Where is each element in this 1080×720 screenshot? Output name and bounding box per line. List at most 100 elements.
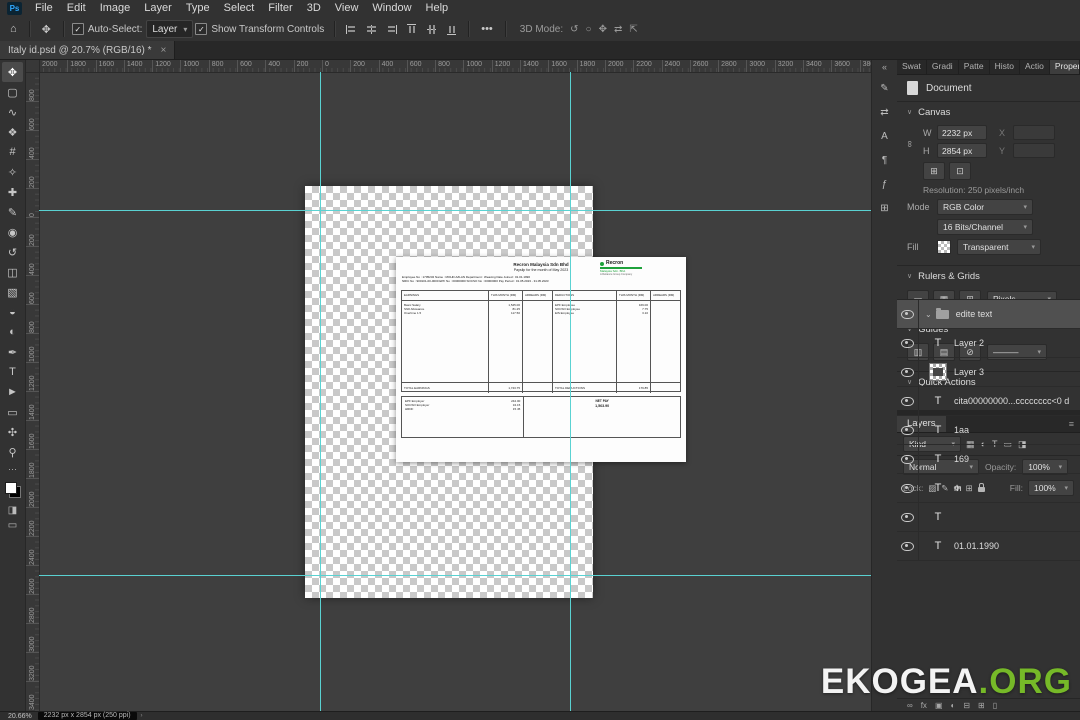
layer-name[interactable]: edite text [956,309,993,319]
horizontal-guide[interactable] [39,210,871,211]
type-tool[interactable]: T [2,362,23,382]
layer-name[interactable]: m [954,483,962,493]
align-left-icon[interactable] [345,24,358,35]
healing-brush-tool[interactable]: ✚ [2,182,23,202]
text-layer-thumbnail[interactable]: T [929,334,947,352]
layer-row[interactable]: ⌄ T 169 [897,445,1080,474]
menu-item[interactable]: File [28,0,60,17]
marquee-tool[interactable]: ▢ [2,82,23,102]
panel-tab[interactable]: Histo [990,59,1020,74]
move-tool-icon[interactable]: ✥ [36,23,57,36]
visibility-toggle[interactable] [897,503,919,531]
visibility-toggle[interactable] [897,474,919,502]
tab-properties[interactable]: Properties [1049,59,1080,74]
text-layer-thumbnail[interactable]: T [929,450,947,468]
screen-mode-icon[interactable]: ▭ [8,520,17,531]
delete-layer-icon[interactable]: ▯ [993,701,997,710]
blur-tool[interactable]: ◒ [2,302,23,322]
roll-3d-icon[interactable]: ○ [586,24,592,35]
zoom-tool[interactable]: ⚲ [2,442,23,462]
home-icon[interactable]: ⌂ [4,23,23,35]
zoom-level[interactable]: 20.66% [8,713,32,720]
text-layer-thumbnail[interactable]: T [929,421,947,439]
document-tab[interactable]: Italy id.psd @ 20.7% (RGB/16) * × [0,41,176,59]
link-dimensions-icon[interactable]: ∞ [905,141,915,147]
menu-item[interactable]: Filter [261,0,299,17]
portrait-canvas-icon[interactable]: ⊡ [949,162,971,180]
layer-row[interactable]: ⌄ T edite text [897,300,1080,329]
landscape-canvas-icon[interactable]: ⊞ [923,162,945,180]
brush-tool[interactable]: ✎ [2,202,23,222]
fill-select[interactable]: Transparent ▾ [957,239,1041,255]
menu-item[interactable]: Help [419,0,456,17]
gradient-tool[interactable]: ▧ [2,282,23,302]
align-center-horizontal-icon[interactable] [365,24,378,35]
orbit-3d-icon[interactable]: ↺ [570,24,578,35]
layer-name[interactable]: Layer 2 [954,338,984,348]
auto-select-target-select[interactable]: Layer ▾ [146,20,194,38]
move-tool[interactable]: ✥ [2,62,23,82]
menu-item[interactable]: Image [93,0,138,17]
lasso-tool[interactable]: ∿ [2,102,23,122]
quick-mask-icon[interactable]: ◨ [8,505,17,516]
layer-name[interactable]: 169 [954,454,969,464]
layer-row[interactable]: ⌄ T cita00000000...cccccccc<0 d [897,387,1080,416]
layer-mask-icon[interactable]: ▣ [935,701,943,710]
menu-item[interactable]: Window [365,0,418,17]
height-input[interactable]: 2854 px [937,143,987,158]
edit-toolbar-icon[interactable]: ⋯ [8,464,17,475]
horizontal-ruler[interactable]: 2000 1800 1600 1400 1200 1000 800 600 400 200 0 200… [39,59,871,73]
hand-tool[interactable]: ✣ [2,422,23,442]
character-panel-icon[interactable]: A [874,126,895,147]
layer-name[interactable]: 1aa [954,425,969,435]
canvas-viewport[interactable]: Recron Malaysia Sdn Bhd Payslip for the … [39,72,871,712]
text-layer-thumbnail[interactable]: T [929,479,947,497]
document-info[interactable]: 2232 px x 2854 px (250 ppi) [37,712,137,720]
menu-item[interactable]: Edit [60,0,93,17]
foreground-color-swatch[interactable] [4,482,17,494]
path-selection-tool[interactable]: ► [2,382,23,402]
shape-tool[interactable]: ▭ [2,402,23,422]
history-brush-tool[interactable]: ↺ [2,242,23,262]
chevron-right-icon[interactable]: › [141,713,143,719]
grid-panel-icon[interactable]: ⊞ [874,198,895,219]
menu-item[interactable]: Type [179,0,217,17]
group-thumbnail[interactable]: ⌄ [925,307,949,319]
panel-tab[interactable]: Swat [897,59,927,74]
menu-item[interactable]: Select [217,0,262,17]
menu-item[interactable]: Layer [137,0,179,17]
group-chevron-icon[interactable]: ⌄ [925,310,932,319]
new-group-icon[interactable]: ⊟ [963,701,970,710]
panel-tab[interactable]: Gradi [927,59,959,74]
slide-3d-icon[interactable]: ⇄ [614,24,622,35]
align-bottom-icon[interactable] [445,24,458,35]
dodge-tool[interactable]: ◐ [2,322,23,342]
layer-name[interactable]: cita00000000...cccccccc<0 d [954,396,1069,406]
text-layer-thumbnail[interactable]: T [929,508,947,526]
paragraph-panel-icon[interactable]: ¶ [874,150,895,171]
visibility-toggle[interactable] [897,416,919,444]
text-layer-thumbnail[interactable]: T [929,392,947,410]
color-swatches[interactable] [4,482,21,498]
width-input[interactable]: 2232 px [937,125,987,140]
layer-row[interactable]: ⌄ T 1aa [897,416,1080,445]
menu-item[interactable]: View [328,0,366,17]
align-top-icon[interactable] [405,24,418,35]
mode-select[interactable]: RGB Color ▾ [937,199,1033,215]
auto-select-checkbox[interactable]: ✓ [71,23,84,35]
payslip-document[interactable]: Recron Malaysia Sdn Bhd Payslip for the … [396,257,686,462]
layer-row[interactable]: ⌄ T [897,503,1080,532]
panel-tab[interactable]: Patte [959,59,990,74]
layer-style-icon[interactable]: fx [921,701,927,710]
adjustment-layer-icon[interactable]: ◐ [951,701,956,710]
layer-row[interactable]: ⌄ T Layer 3 [897,358,1080,387]
expand-panels-icon[interactable]: « [882,62,887,72]
symmetry-panel-icon[interactable]: ⇄ [874,102,895,123]
horizontal-guide[interactable] [39,575,871,576]
more-options-icon[interactable]: ••• [475,23,499,35]
align-right-icon[interactable] [385,24,398,35]
visibility-toggle[interactable] [897,532,919,560]
visibility-toggle[interactable] [897,329,919,357]
crop-tool[interactable]: # [2,142,23,162]
layer-row[interactable]: ⌄ T 01.01.1990 [897,532,1080,561]
